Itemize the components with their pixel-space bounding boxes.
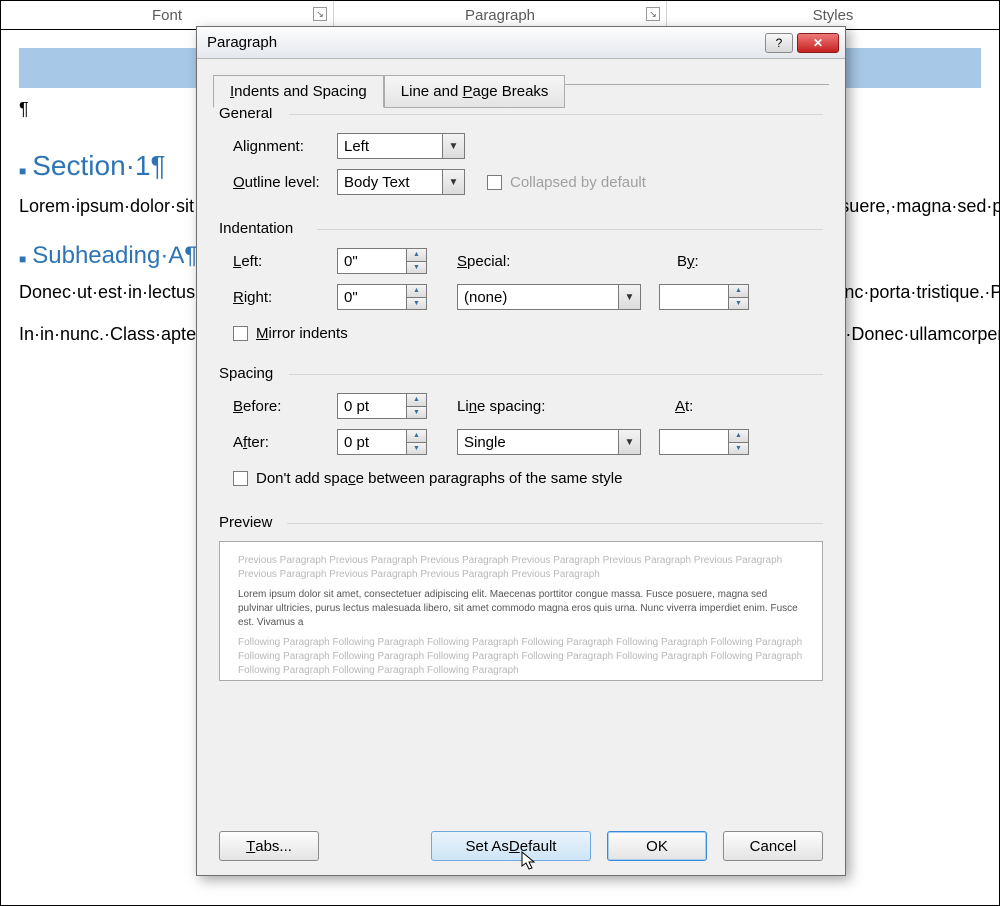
by-label: By: [677, 253, 735, 270]
tab-indents-spacing[interactable]: Indents and Spacing [213, 75, 384, 108]
chevron-down-icon: ▼ [618, 430, 640, 454]
outline-level-label: Outline level: [219, 174, 337, 191]
after-label: After: [219, 434, 337, 451]
chevron-down-icon: ▼ [442, 134, 464, 158]
ribbon-styles-label: Styles [813, 7, 854, 24]
collapsed-label: Collapsed by default [510, 174, 646, 191]
before-label: Before: [219, 398, 337, 415]
ribbon-paragraph-label: Paragraph [465, 7, 535, 24]
dialog-launcher-icon[interactable]: ↘ [646, 7, 660, 21]
line-spacing-select[interactable]: Single▼ [457, 429, 641, 455]
outline-level-select[interactable]: Body Text ▼ [337, 169, 465, 195]
ribbon-group-paragraph: Paragraph ↘ [334, 1, 667, 29]
line-spacing-label: Line spacing: [457, 398, 587, 415]
chevron-down-icon: ▼ [618, 285, 640, 309]
paragraph-dialog: Paragraph ? ✕ Indents and Spacing Line a… [196, 26, 846, 876]
dialog-titlebar[interactable]: Paragraph ? ✕ [197, 27, 845, 59]
preview-previous: Previous Paragraph Previous Paragraph Pr… [238, 554, 804, 582]
cancel-button[interactable]: Cancel [723, 831, 823, 861]
group-label-spacing: Spacing [219, 365, 823, 382]
no-space-checkbox[interactable] [233, 471, 248, 486]
collapsed-checkbox [487, 175, 502, 190]
spin-up-icon: ▲ [407, 249, 426, 262]
tab-line-page-breaks[interactable]: Line and Page Breaks [384, 75, 566, 108]
mirror-indents-label: Mirror indents [256, 325, 348, 342]
set-as-default-button[interactable]: Set As Default [431, 831, 591, 861]
right-indent-label: Right: [219, 289, 337, 306]
preview-following: Following Paragraph Following Paragraph … [238, 636, 804, 678]
group-label-indentation: Indentation [219, 220, 823, 237]
right-indent-input[interactable]: 0"▲▼ [337, 284, 427, 310]
dialog-button-row: Tabs... Set As Default OK Cancel [197, 831, 845, 861]
dialog-tabs: Indents and Spacing Line and Page Breaks [213, 75, 845, 108]
special-label: Special: [457, 253, 547, 270]
ok-button[interactable]: OK [607, 831, 707, 861]
close-button[interactable]: ✕ [797, 33, 839, 53]
left-indent-label: Left: [219, 253, 337, 270]
by-input[interactable]: ▲▼ [659, 284, 749, 310]
tabs-button[interactable]: Tabs... [219, 831, 319, 861]
alignment-select[interactable]: Left ▼ [337, 133, 465, 159]
before-input[interactable]: 0 pt▲▼ [337, 393, 427, 419]
group-label-preview: Preview [219, 514, 823, 531]
no-space-label: Don't add space between paragraphs of th… [256, 470, 622, 487]
ribbon-font-label: Font [152, 7, 182, 24]
dialog-launcher-icon[interactable]: ↘ [313, 7, 327, 21]
mirror-indents-checkbox[interactable] [233, 326, 248, 341]
ribbon-group-font: Font ↘ [1, 1, 334, 29]
preview-box: Previous Paragraph Previous Paragraph Pr… [219, 541, 823, 681]
ribbon-group-styles: Styles [667, 1, 999, 29]
special-select[interactable]: (none)▼ [457, 284, 641, 310]
dialog-title: Paragraph [207, 34, 277, 51]
dialog-body: General Alignment: Left ▼ Outline level:… [197, 85, 845, 813]
left-indent-input[interactable]: 0"▲▼ [337, 248, 427, 274]
at-input[interactable]: ▲▼ [659, 429, 749, 455]
after-input[interactable]: 0 pt▲▼ [337, 429, 427, 455]
chevron-down-icon: ▼ [442, 170, 464, 194]
at-label: At: [675, 398, 733, 415]
help-button[interactable]: ? [765, 33, 793, 53]
spin-down-icon: ▼ [407, 262, 426, 274]
preview-sample: Lorem ipsum dolor sit amet, consectetuer… [238, 588, 804, 630]
alignment-label: Alignment: [219, 138, 337, 155]
